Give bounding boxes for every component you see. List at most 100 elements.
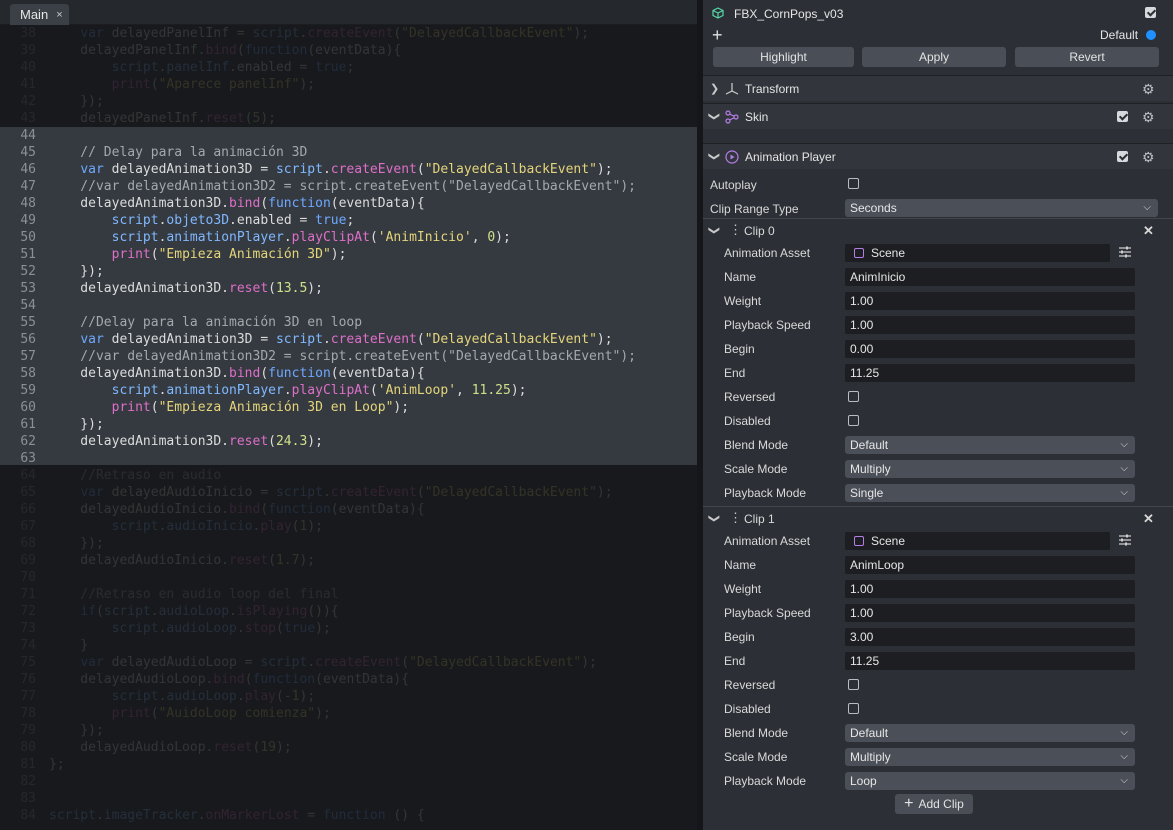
begin-field[interactable]: 0.00 — [845, 340, 1135, 358]
code-line[interactable]: 73 script.audioLoop.stop(true); — [0, 620, 703, 637]
end-field[interactable]: 11.25 — [845, 652, 1135, 670]
code-line[interactable]: 51 print("Empieza Animación 3D"); — [0, 246, 703, 263]
weight-field[interactable]: 1.00 — [845, 292, 1135, 310]
code-line[interactable]: 54 — [0, 297, 703, 314]
code-line[interactable]: 40 script.panelInf.enabled = true; — [0, 59, 703, 76]
code-line[interactable]: 42 }); — [0, 93, 703, 110]
code-line[interactable]: 74 } — [0, 637, 703, 654]
sliders-icon[interactable] — [1118, 533, 1132, 550]
code-line[interactable]: 68 }); — [0, 535, 703, 552]
add-clip-button[interactable]: + Add Clip — [895, 794, 973, 814]
end-field[interactable]: 11.25 — [845, 364, 1135, 382]
playback-mode-select[interactable]: Single ⌵ — [845, 484, 1135, 502]
section-skin[interactable]: ❯ Skin ⚙ — [703, 103, 1173, 129]
tab-main[interactable]: Main × — [10, 4, 69, 25]
code-line[interactable]: 83 — [0, 790, 703, 807]
playback-speed-field[interactable]: 1.00 — [845, 604, 1135, 622]
code-line[interactable]: 71 //Retraso en audio loop del final — [0, 586, 703, 603]
blend-mode-select[interactable]: Default ⌵ — [845, 724, 1135, 742]
code-area[interactable]: 38 var delayedPanelInf = script.createEv… — [0, 25, 703, 830]
playback-speed-field[interactable]: 1.00 — [845, 316, 1135, 334]
chevron-down-icon[interactable]: ❯ — [708, 514, 721, 523]
code-line[interactable]: 81}; — [0, 756, 703, 773]
code-line[interactable]: 77 script.audioLoop.play(-1); — [0, 688, 703, 705]
begin-field[interactable]: 3.00 — [845, 628, 1135, 646]
animation-asset-field[interactable]: Scene — [845, 532, 1110, 550]
chevron-down-icon[interactable]: ❯ — [708, 226, 721, 235]
code-line[interactable]: 61 }); — [0, 416, 703, 433]
section-transform[interactable]: ❯ Transform ⚙ — [703, 75, 1173, 101]
code-line[interactable]: 65 var delayedAudioInicio = script.creat… — [0, 484, 703, 501]
disabled-checkbox[interactable] — [848, 703, 859, 714]
close-icon[interactable]: × — [56, 9, 62, 21]
code-line[interactable]: 58 delayedAnimation3D.bind(function(even… — [0, 365, 703, 382]
code-line[interactable]: 69 delayedAudioInicio.reset(1.7); — [0, 552, 703, 569]
code-line[interactable]: 52 }); — [0, 263, 703, 280]
code-line[interactable]: 82 — [0, 773, 703, 790]
animation-player-enabled-checkbox[interactable] — [1117, 151, 1128, 162]
code-line[interactable]: 45 // Delay para la animación 3D — [0, 144, 703, 161]
code-line[interactable]: 38 var delayedPanelInf = script.createEv… — [0, 25, 703, 42]
autoplay-checkbox[interactable] — [848, 178, 859, 189]
code-line[interactable]: 84 script.imageTracker.onMarkerLost = fun… — [0, 807, 703, 824]
code-line[interactable]: 46 var delayedAnimation3D = script.creat… — [0, 161, 703, 178]
close-icon[interactable]: ✕ — [1143, 511, 1154, 527]
code-line[interactable]: 78 print("AuidoLoop comienza"); — [0, 705, 703, 722]
code-line[interactable]: 53 delayedAnimation3D.reset(13.5); — [0, 280, 703, 297]
scale-mode-select[interactable]: Multiply ⌵ — [845, 460, 1135, 478]
animation-asset-field[interactable]: Scene — [845, 244, 1110, 262]
code-line[interactable]: 60 print("Empieza Animación 3D en Loop")… — [0, 399, 703, 416]
disabled-checkbox[interactable] — [848, 415, 859, 426]
code-line[interactable]: 50 script.animationPlayer.playClipAt('An… — [0, 229, 703, 246]
drag-handle-icon[interactable]: ⋮ — [729, 222, 742, 238]
gear-icon[interactable]: ⚙ — [1142, 110, 1155, 124]
add-component-button[interactable]: + — [712, 25, 723, 46]
scale-mode-select[interactable]: Multiply ⌵ — [845, 748, 1135, 766]
code-line[interactable]: 47 //var delayedAnimation3D2 = script.cr… — [0, 178, 703, 195]
gear-icon[interactable]: ⚙ — [1142, 150, 1155, 164]
reversed-checkbox[interactable] — [848, 391, 859, 402]
chevron-down-icon[interactable]: ❯ — [708, 152, 721, 161]
code-line[interactable]: 43 delayedPanelInf.reset(5); — [0, 110, 703, 127]
code-line[interactable]: 48 delayedAnimation3D.bind(function(even… — [0, 195, 703, 212]
close-icon[interactable]: ✕ — [1143, 223, 1154, 239]
code-line[interactable]: 63 — [0, 450, 703, 467]
code-line[interactable]: 39 delayedPanelInf.bind(function(eventDa… — [0, 42, 703, 59]
script-editor[interactable]: Main × 38 var delayedPanelInf = script.c… — [0, 0, 703, 830]
layer-label[interactable]: Default — [1100, 28, 1138, 42]
playback-mode-select[interactable]: Loop ⌵ — [845, 772, 1135, 790]
highlight-button[interactable]: Highlight — [713, 47, 854, 67]
apply-button[interactable]: Apply — [862, 47, 1006, 67]
name-field[interactable]: AnimLoop — [845, 556, 1135, 574]
object-enabled-checkbox[interactable] — [1145, 7, 1156, 18]
code-line[interactable]: 70 — [0, 569, 703, 586]
code-line[interactable]: 41 print("Aparece panelInf"); — [0, 76, 703, 93]
code-line[interactable]: 56 var delayedAnimation3D = script.creat… — [0, 331, 703, 348]
weight-field[interactable]: 1.00 — [845, 580, 1135, 598]
reversed-checkbox[interactable] — [848, 679, 859, 690]
code-line[interactable]: 55 //Delay para la animación 3D en loop — [0, 314, 703, 331]
code-line[interactable]: 67 script.audioInicio.play(1); — [0, 518, 703, 535]
name-field[interactable]: AnimInicio — [845, 268, 1135, 286]
code-line[interactable]: 44 — [0, 127, 703, 144]
chevron-right-icon[interactable]: ❯ — [710, 82, 719, 95]
drag-handle-icon[interactable]: ⋮ — [729, 510, 742, 526]
code-line[interactable]: 72 if(script.audioLoop.isPlaying()){ — [0, 603, 703, 620]
code-line[interactable]: 75 var delayedAudioLoop = script.createE… — [0, 654, 703, 671]
code-line[interactable]: 76 delayedAudioLoop.bind(function(eventD… — [0, 671, 703, 688]
chevron-down-icon[interactable]: ❯ — [708, 112, 721, 121]
sliders-icon[interactable] — [1118, 245, 1132, 262]
code-line[interactable]: 80 delayedAudioLoop.reset(19); — [0, 739, 703, 756]
clip-range-select[interactable]: Seconds ⌵ — [845, 199, 1158, 217]
gear-icon[interactable]: ⚙ — [1142, 82, 1155, 96]
skin-enabled-checkbox[interactable] — [1117, 111, 1128, 122]
code-line[interactable]: 79 }); — [0, 722, 703, 739]
revert-button[interactable]: Revert — [1015, 47, 1159, 67]
code-line[interactable]: 62 delayedAnimation3D.reset(24.3); — [0, 433, 703, 450]
code-line[interactable]: 66 delayedAudioInicio.bind(function(even… — [0, 501, 703, 518]
code-line[interactable]: 49 script.objeto3D.enabled = true; — [0, 212, 703, 229]
code-line[interactable]: 64 //Retraso en audio — [0, 467, 703, 484]
section-animation-player[interactable]: ❯ Animation Player ⚙ — [703, 143, 1173, 169]
code-line[interactable]: 57 //var delayedAnimation3D2 = script.cr… — [0, 348, 703, 365]
code-line[interactable]: 59 script.animationPlayer.playClipAt('An… — [0, 382, 703, 399]
